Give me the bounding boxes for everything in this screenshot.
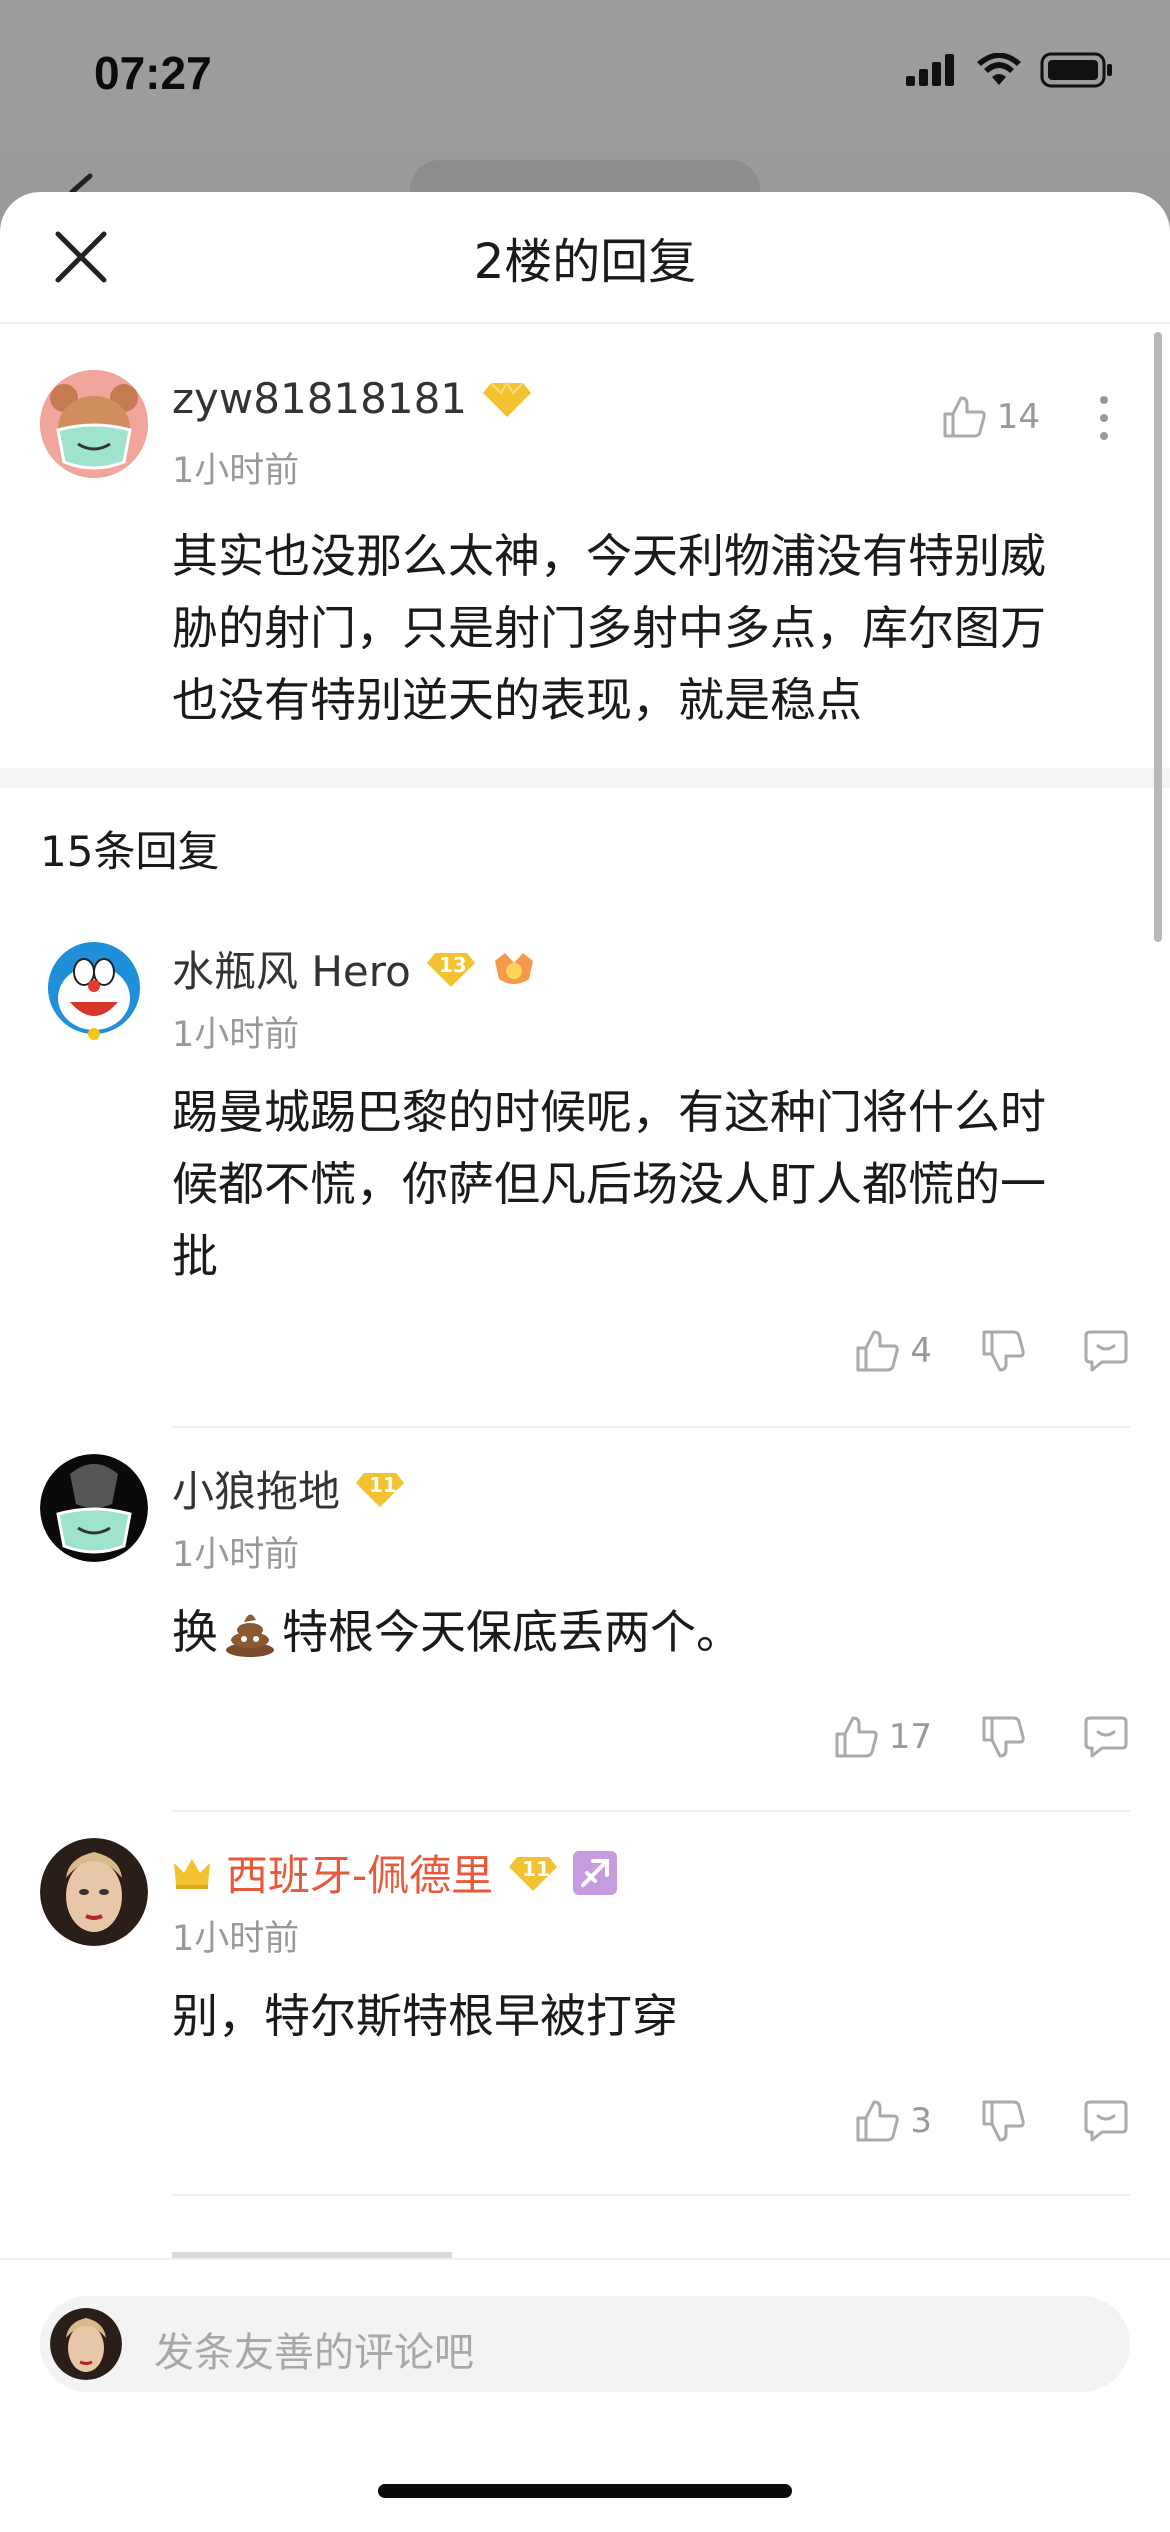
like-icon	[856, 1330, 900, 1372]
dislike-icon	[982, 1330, 1025, 1372]
signal-icon	[906, 54, 954, 86]
avatar[interactable]	[40, 370, 148, 478]
sheet-header: 2楼的回复	[0, 192, 1170, 324]
level-badge-text: 11	[522, 1856, 550, 1881]
comment-line: 踢曼城踢巴黎的时候呢，有这种门将什么时	[172, 1085, 1046, 1139]
dislike-button[interactable]	[980, 1328, 1026, 1374]
like-button[interactable]: 4	[854, 1328, 932, 1374]
home-indicator[interactable]	[378, 2484, 792, 2498]
avatar[interactable]	[40, 934, 148, 1042]
fire-emblem-icon	[494, 952, 533, 984]
dislike-icon	[982, 2100, 1025, 2142]
like-button[interactable]: 14	[941, 394, 1040, 440]
comment-text: 踢曼城踢巴黎的时候呢，有这种门将什么时 候都不慌，你萨但凡后场没人盯人都慌的一 …	[172, 1076, 1046, 1292]
comment-text: 别，特尔斯特根早被打穿	[172, 1980, 678, 2052]
username-row: zyw81818181	[172, 374, 533, 423]
dislike-icon	[982, 1716, 1025, 1758]
reply-icon	[1084, 1330, 1128, 1372]
comment-time: 1小时前	[172, 451, 300, 491]
reply-button[interactable]	[1082, 1328, 1130, 1374]
reply-button[interactable]	[1082, 1714, 1130, 1760]
comment-time: 1小时前	[172, 1015, 300, 1055]
comment-line: 批	[172, 1229, 218, 1283]
like-icon	[856, 2100, 900, 2142]
comment-text-part: 换	[172, 1605, 218, 1659]
reply-icon	[1084, 1716, 1128, 1758]
replies-count-label: 15条回复	[40, 827, 220, 876]
reply-item: 水瓶风 Hero 13 1小时前 踢曼城踢巴黎的时候呢，有这种门将什么时 候都不…	[0, 908, 1170, 1428]
comment-input[interactable]: 发条友善的评论吧	[40, 2296, 1130, 2392]
comment-line: 其实也没那么太神，今天利物浦没有特别威	[172, 529, 1046, 583]
status-icons	[906, 52, 1114, 88]
level-badge: 11	[354, 1469, 406, 1509]
username-row: 西班牙-佩德里 11	[172, 1842, 618, 1903]
comment-text-part: 特根今天保底丢两个。	[282, 1605, 742, 1659]
reply-actions: 17	[833, 1714, 1130, 1760]
replies-count: 15条回复	[0, 788, 1170, 908]
avatar	[50, 2308, 122, 2380]
status-time: 07:27	[94, 47, 212, 99]
divider	[172, 2194, 1130, 2196]
like-count: 4	[910, 1331, 932, 1371]
level-badge: 13	[425, 949, 477, 989]
comment-line: 候都不慌，你萨但凡后场没人盯人都慌的一	[172, 1157, 1046, 1211]
like-count: 17	[888, 1717, 932, 1757]
like-count: 3	[910, 2101, 932, 2141]
reply-item: 小狼拖地 11 1小时前 换 特根今天保底丢两个。 17	[0, 1428, 1170, 1812]
main-comment: zyw81818181 1小时前 14 其实也没那么太神，今天利物浦没有特别威 …	[0, 324, 1170, 768]
level-badge: 11	[507, 1853, 559, 1893]
status-bar: 07:27	[0, 0, 1170, 150]
sheet-title: 2楼的回复	[473, 234, 697, 290]
section-divider	[0, 768, 1170, 788]
avatar[interactable]	[40, 1838, 148, 1946]
level-badge-text: 11	[369, 1472, 397, 1497]
crown-icon	[174, 1858, 210, 1889]
reply-button[interactable]	[1082, 2098, 1130, 2144]
username[interactable]: 小狼拖地	[172, 1458, 340, 1519]
comment-time: 1小时前	[172, 1535, 300, 1575]
username-row: 小狼拖地 11	[172, 1458, 406, 1519]
poop-emoji-icon	[226, 1614, 274, 1657]
main-like[interactable]: 14	[941, 394, 1040, 440]
level-badge-icon	[483, 380, 532, 417]
comment-time: 1小时前	[172, 1919, 300, 1959]
reply-item: 西班牙-佩德里 11 1小时前 别，特尔斯特根早被打穿 3	[0, 1812, 1170, 2196]
sagittarius-icon	[573, 1850, 618, 1895]
comment-line: 也没有特别逆天的表现，就是稳点	[172, 673, 862, 727]
username[interactable]: 水瓶风 Hero	[172, 938, 411, 999]
reply-actions: 3	[854, 2098, 1130, 2144]
comment-line: 胁的射门，只是射门多射中多点，库尔图万	[172, 601, 1046, 655]
comment-text: 换 特根今天保底丢两个。	[172, 1596, 742, 1668]
username[interactable]: 西班牙-佩德里	[226, 1842, 493, 1903]
comment-line: 别，特尔斯特根早被打穿	[172, 1989, 678, 2043]
replies-sheet: 2楼的回复 zyw81818181 1小时前 14 其实也没那么太神，今天利物浦…	[0, 192, 1170, 2532]
comment-text: 其实也没那么太神，今天利物浦没有特别威 胁的射门，只是射门多射中多点，库尔图万 …	[172, 520, 1046, 736]
level-badge-text: 13	[438, 952, 467, 977]
like-count: 14	[996, 397, 1040, 437]
dislike-button[interactable]	[980, 1714, 1026, 1760]
reply-icon	[1084, 2100, 1128, 2142]
like-icon	[943, 396, 986, 438]
like-button[interactable]: 17	[833, 1714, 932, 1760]
reply-actions: 4	[854, 1328, 1130, 1374]
username[interactable]: zyw81818181	[172, 374, 467, 423]
wifi-icon	[977, 53, 1021, 85]
like-icon	[835, 1716, 878, 1758]
more-icon[interactable]	[1098, 394, 1110, 442]
battery-icon	[1040, 52, 1112, 88]
like-button[interactable]: 3	[854, 2098, 932, 2144]
input-placeholder: 发条友善的评论吧	[154, 2330, 474, 2376]
dislike-button[interactable]	[980, 2098, 1026, 2144]
avatar[interactable]	[40, 1454, 148, 1562]
username-row: 水瓶风 Hero 13	[172, 938, 537, 999]
